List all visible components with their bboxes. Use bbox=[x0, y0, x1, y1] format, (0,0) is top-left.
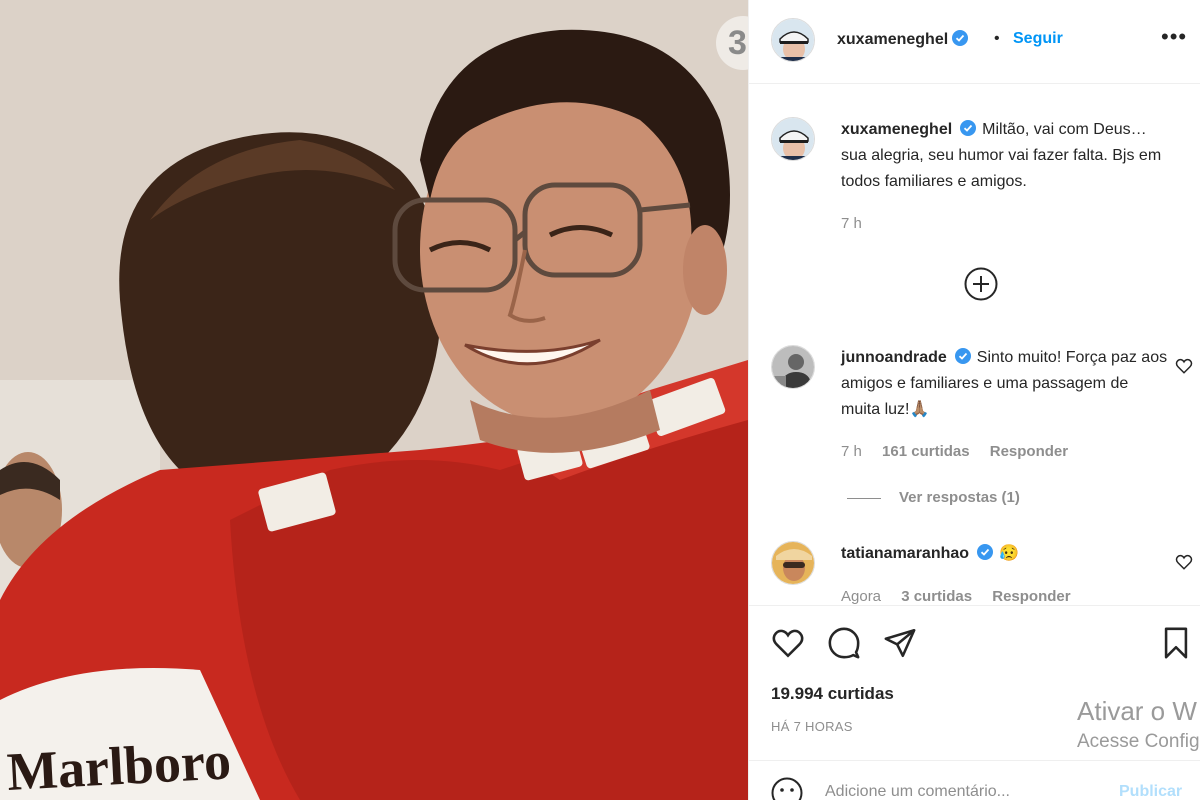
caption-text-block: xuxameneghel Miltão, vai com Deus… sua al… bbox=[841, 117, 1171, 195]
comment-bubble-icon[interactable] bbox=[827, 626, 861, 660]
reply-button[interactable]: Responder bbox=[992, 588, 1070, 605]
caption-meta: 7 h bbox=[841, 215, 878, 232]
like-comment-heart-icon[interactable] bbox=[1175, 553, 1193, 571]
watermark-line1: Ativar o W bbox=[1077, 696, 1197, 726]
commenter-avatar[interactable] bbox=[771, 345, 815, 389]
comment-likes[interactable]: 161 curtidas bbox=[882, 443, 970, 460]
caption-time[interactable]: 7 h bbox=[841, 215, 862, 232]
verified-icon bbox=[977, 544, 994, 560]
post-header: xuxameneghel • Seguir ••• bbox=[749, 0, 1200, 84]
post-photo[interactable]: Marlboro 3 bbox=[0, 0, 748, 800]
verified-icon bbox=[960, 120, 977, 136]
like-comment-heart-icon[interactable] bbox=[1175, 357, 1193, 375]
verified-icon bbox=[952, 30, 969, 46]
separator-dot: • bbox=[994, 30, 1000, 47]
verified-icon bbox=[954, 348, 971, 364]
comment-time[interactable]: 7 h bbox=[841, 443, 862, 460]
caption-avatar[interactable] bbox=[771, 117, 815, 161]
windows-activation-watermark: Ativar o W Acesse Config bbox=[1077, 696, 1200, 753]
commenter-username[interactable]: tatianamaranhao bbox=[841, 545, 969, 562]
post-actions: 19.994 curtidas HÁ 7 HORAS Ativar o W Ac… bbox=[749, 605, 1200, 760]
comment-meta: 7 h 161 curtidas Responder bbox=[841, 443, 1084, 460]
comment-text-block: junnoandrade Sinto muito! Força paz aos a… bbox=[841, 345, 1171, 423]
comment-likes[interactable]: 3 curtidas bbox=[901, 588, 972, 605]
author-avatar[interactable] bbox=[771, 18, 815, 62]
caption-username[interactable]: xuxameneghel bbox=[841, 121, 952, 138]
share-send-icon[interactable] bbox=[883, 626, 917, 660]
view-replies-label: Ver respostas (1) bbox=[899, 489, 1020, 506]
comment-text: 😥 bbox=[999, 545, 1019, 562]
svg-text:Marlboro: Marlboro bbox=[5, 730, 232, 800]
add-comment-bar: Publicar bbox=[749, 760, 1200, 800]
publish-comment-button[interactable]: Publicar bbox=[1119, 783, 1182, 800]
view-replies-button[interactable]: Ver respostas (1) bbox=[847, 489, 1020, 506]
emoji-icon[interactable] bbox=[771, 777, 803, 800]
commenter-username[interactable]: junnoandrade bbox=[841, 349, 947, 366]
comment-text-block: tatianamaranhao 😥 bbox=[841, 541, 1171, 567]
photo-illustration: Marlboro bbox=[0, 0, 748, 800]
post-sidebar: xuxameneghel • Seguir ••• xuxameneghel Mi… bbox=[748, 0, 1200, 800]
comment-input[interactable] bbox=[825, 783, 1105, 800]
commenter-avatar[interactable] bbox=[771, 541, 815, 585]
reply-button[interactable]: Responder bbox=[990, 443, 1068, 460]
author-username[interactable]: xuxameneghel bbox=[837, 31, 948, 48]
replies-divider bbox=[847, 497, 881, 499]
follow-button[interactable]: Seguir bbox=[1013, 30, 1063, 48]
comments-list[interactable]: xuxameneghel Miltão, vai com Deus… sua al… bbox=[749, 85, 1200, 605]
comment-meta: Agora 3 curtidas Responder bbox=[841, 588, 1087, 605]
comment-time[interactable]: Agora bbox=[841, 588, 881, 605]
likes-count[interactable]: 19.994 curtidas bbox=[771, 684, 894, 704]
watermark-line2: Acesse Config bbox=[1077, 731, 1200, 752]
more-options-icon[interactable]: ••• bbox=[1161, 26, 1187, 48]
save-bookmark-icon[interactable] bbox=[1159, 626, 1193, 660]
like-heart-icon[interactable] bbox=[771, 626, 805, 660]
load-more-comments-icon[interactable] bbox=[964, 267, 998, 301]
post-timestamp[interactable]: HÁ 7 HORAS bbox=[771, 719, 853, 734]
author-username-row[interactable]: xuxameneghel bbox=[837, 30, 969, 49]
